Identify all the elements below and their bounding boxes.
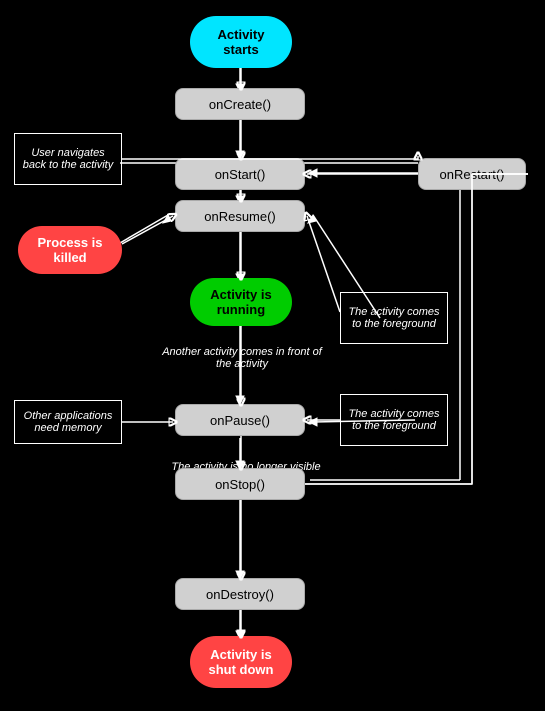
- on-destroy-node: onDestroy(): [175, 578, 305, 610]
- on-start-node: onStart(): [175, 158, 305, 190]
- process-killed-node: Process is killed: [18, 226, 122, 274]
- on-resume-node: onResume(): [175, 200, 305, 232]
- on-stop-node: onStop(): [175, 468, 305, 500]
- user-navigates-node: User navigates back to the activity: [14, 133, 122, 185]
- another-activity-label: Another activity comes in front of the a…: [162, 340, 322, 376]
- on-restart-node: onRestart(): [418, 158, 526, 190]
- on-pause-node: onPause(): [175, 404, 305, 436]
- activity-shutdown-node: Activity is shut down: [190, 636, 292, 688]
- comes-foreground-1-node: The activity comes to the foreground: [340, 292, 448, 344]
- activity-running-node: Activity is running: [190, 278, 292, 326]
- other-apps-node: Other applications need memory: [14, 400, 122, 444]
- comes-foreground-2-node: The activity comes to the foreground: [340, 394, 448, 446]
- on-create-node: onCreate(): [175, 88, 305, 120]
- activity-starts-node: Activity starts: [190, 16, 292, 68]
